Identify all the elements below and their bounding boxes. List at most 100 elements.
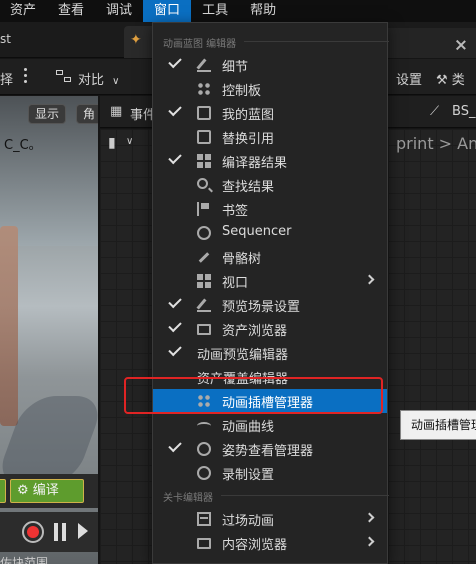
character-preview: [0, 226, 18, 426]
bookmark-icon[interactable]: ▮: [108, 135, 116, 151]
compile-area: ⚙ 编译: [0, 474, 98, 508]
menu-item-label: 书签: [222, 204, 249, 219]
menu-item-label: 我的蓝图: [222, 108, 275, 123]
diff-icon: [56, 70, 72, 84]
menu-item-replace-references[interactable]: 替换引用: [153, 125, 387, 149]
menu-item-compiler-results[interactable]: 编译器结果: [153, 149, 387, 173]
angle-button[interactable]: 角: [76, 104, 98, 124]
show-button[interactable]: 显示: [28, 104, 67, 124]
tab-label-fragment[interactable]: st: [0, 32, 11, 46]
play-icon[interactable]: [78, 523, 88, 539]
menu-item-label: 替换引用: [222, 132, 275, 147]
pin-icon: ⟋: [430, 104, 440, 119]
viewport-bottom-text: 佐块范围: [0, 556, 49, 564]
menu-item-label: 细节: [222, 60, 249, 75]
menu-item-label: 视口: [222, 276, 249, 291]
menu-item-tooltip: 动画插槽管理: [400, 410, 476, 440]
menu-item-label: 动画预览编辑器: [197, 348, 289, 363]
menu-item-label: 骨骼树: [222, 252, 262, 267]
chevron-right-icon: [364, 512, 375, 523]
chevron-right-icon: [364, 536, 375, 547]
menu-item-cinematics[interactable]: 过场动画: [153, 507, 387, 531]
menu-item-label: 过场动画: [222, 514, 275, 529]
compile-options-button[interactable]: [0, 479, 6, 503]
chevron-down-icon: ∨: [112, 76, 120, 87]
menu-item-palette[interactable]: 控制板: [153, 77, 387, 101]
bookmark-icon: [197, 202, 211, 216]
folder-icon: [197, 324, 211, 335]
menu-debug[interactable]: 调试: [95, 0, 143, 22]
menu-item-anim-preview-editor[interactable]: 动画预览编辑器: [153, 341, 387, 365]
class-settings-button[interactable]: ⚒ 类: [436, 69, 465, 88]
playback-bar: [0, 512, 98, 552]
menu-item-find-results[interactable]: 查找结果: [153, 173, 387, 197]
blueprint-tab-icon: ✦: [130, 32, 142, 48]
menu-item-label: Sequencer: [222, 224, 292, 239]
close-icon[interactable]: [456, 40, 466, 50]
diff-button[interactable]: 对比 ∨: [78, 69, 119, 88]
pause-icon[interactable]: [54, 523, 66, 541]
menu-item-asset-browser[interactable]: 资产浏览器: [153, 317, 387, 341]
menu-item-my-blueprint[interactable]: 我的蓝图: [153, 101, 387, 125]
sequencer-icon: [197, 226, 211, 240]
menu-item-preview-scene-settings[interactable]: 预览场景设置: [153, 293, 387, 317]
menu-item-details[interactable]: 细节: [153, 53, 387, 77]
viewport-character-label: C_C。: [4, 138, 42, 153]
chevron-down-icon[interactable]: ∨: [126, 136, 133, 147]
menu-view[interactable]: 查看: [47, 0, 95, 22]
menu-item-label: 姿势查看管理器: [222, 444, 314, 459]
menu-item-sequencer[interactable]: Sequencer: [153, 221, 387, 245]
menu-assets[interactable]: 资产: [0, 0, 47, 22]
class-icon: ⚒: [436, 73, 448, 88]
menu-item-label: 录制设置: [222, 468, 275, 483]
menu-item-pose-watch-manager[interactable]: 姿势查看管理器: [153, 437, 387, 461]
menu-item-label: 动画曲线: [222, 420, 275, 435]
scene-icon: [197, 298, 211, 312]
menu-item-skeleton-tree[interactable]: 骨骼树: [153, 245, 387, 269]
settings-button[interactable]: 设置: [396, 69, 422, 88]
right-tab[interactable]: BS_: [452, 104, 475, 119]
preview-viewport[interactable]: 显示 角 C_C。 ⚙ 编译 佐块范围: [0, 96, 98, 564]
check-icon: [168, 294, 182, 309]
menu-help[interactable]: 帮助: [239, 0, 287, 22]
menu-tools[interactable]: 工具: [191, 0, 239, 22]
film-icon: [197, 512, 211, 526]
toolbar-select-fragment[interactable]: 择: [0, 69, 13, 88]
check-icon: [168, 342, 182, 357]
secondary-tab[interactable]: [384, 28, 476, 58]
check-icon: [168, 438, 182, 453]
menu-item-label: 控制板: [222, 84, 262, 99]
graph-tab-icon: ▦: [110, 104, 123, 119]
menu-item-record-settings[interactable]: 录制设置: [153, 461, 387, 485]
menu-bar: 资产 查看 调试 窗口 工具 帮助: [0, 0, 476, 22]
viewport-icon: [197, 274, 211, 288]
menu-item-label: 预览场景设置: [222, 300, 301, 315]
class-label: 类: [451, 73, 465, 88]
menu-item-content-browser[interactable]: 内容浏览器: [153, 531, 387, 555]
menu-item-label: 内容浏览器: [222, 538, 288, 553]
record-icon: [197, 466, 211, 480]
compiler-icon: [197, 154, 211, 168]
chevron-right-icon: [364, 274, 375, 285]
check-icon: [168, 102, 182, 117]
curve-icon: [197, 422, 211, 430]
pose-icon: [197, 442, 211, 456]
diff-label: 对比: [78, 73, 105, 88]
graph-breadcrumb: print > An: [396, 134, 476, 153]
compile-button[interactable]: ⚙ 编译: [10, 479, 84, 503]
palette-icon: [197, 82, 211, 96]
search-icon: [197, 178, 208, 189]
highlight-annotation-box: [124, 377, 383, 414]
gear-icon: ⚙: [17, 483, 29, 498]
menu-window[interactable]: 窗口: [143, 0, 192, 22]
folder-icon: [197, 538, 211, 549]
more-options-icon[interactable]: [24, 68, 28, 86]
pen-icon: [197, 58, 211, 72]
menu-item-anim-curves[interactable]: 动画曲线: [153, 413, 387, 437]
menu-item-viewport[interactable]: 视口: [153, 269, 387, 293]
menu-item-bookmarks[interactable]: 书签: [153, 197, 387, 221]
record-button-icon[interactable]: [22, 521, 44, 543]
book-icon: [197, 106, 211, 120]
compile-label: 编译: [32, 483, 59, 498]
menu-item-label: 资产浏览器: [222, 324, 288, 339]
